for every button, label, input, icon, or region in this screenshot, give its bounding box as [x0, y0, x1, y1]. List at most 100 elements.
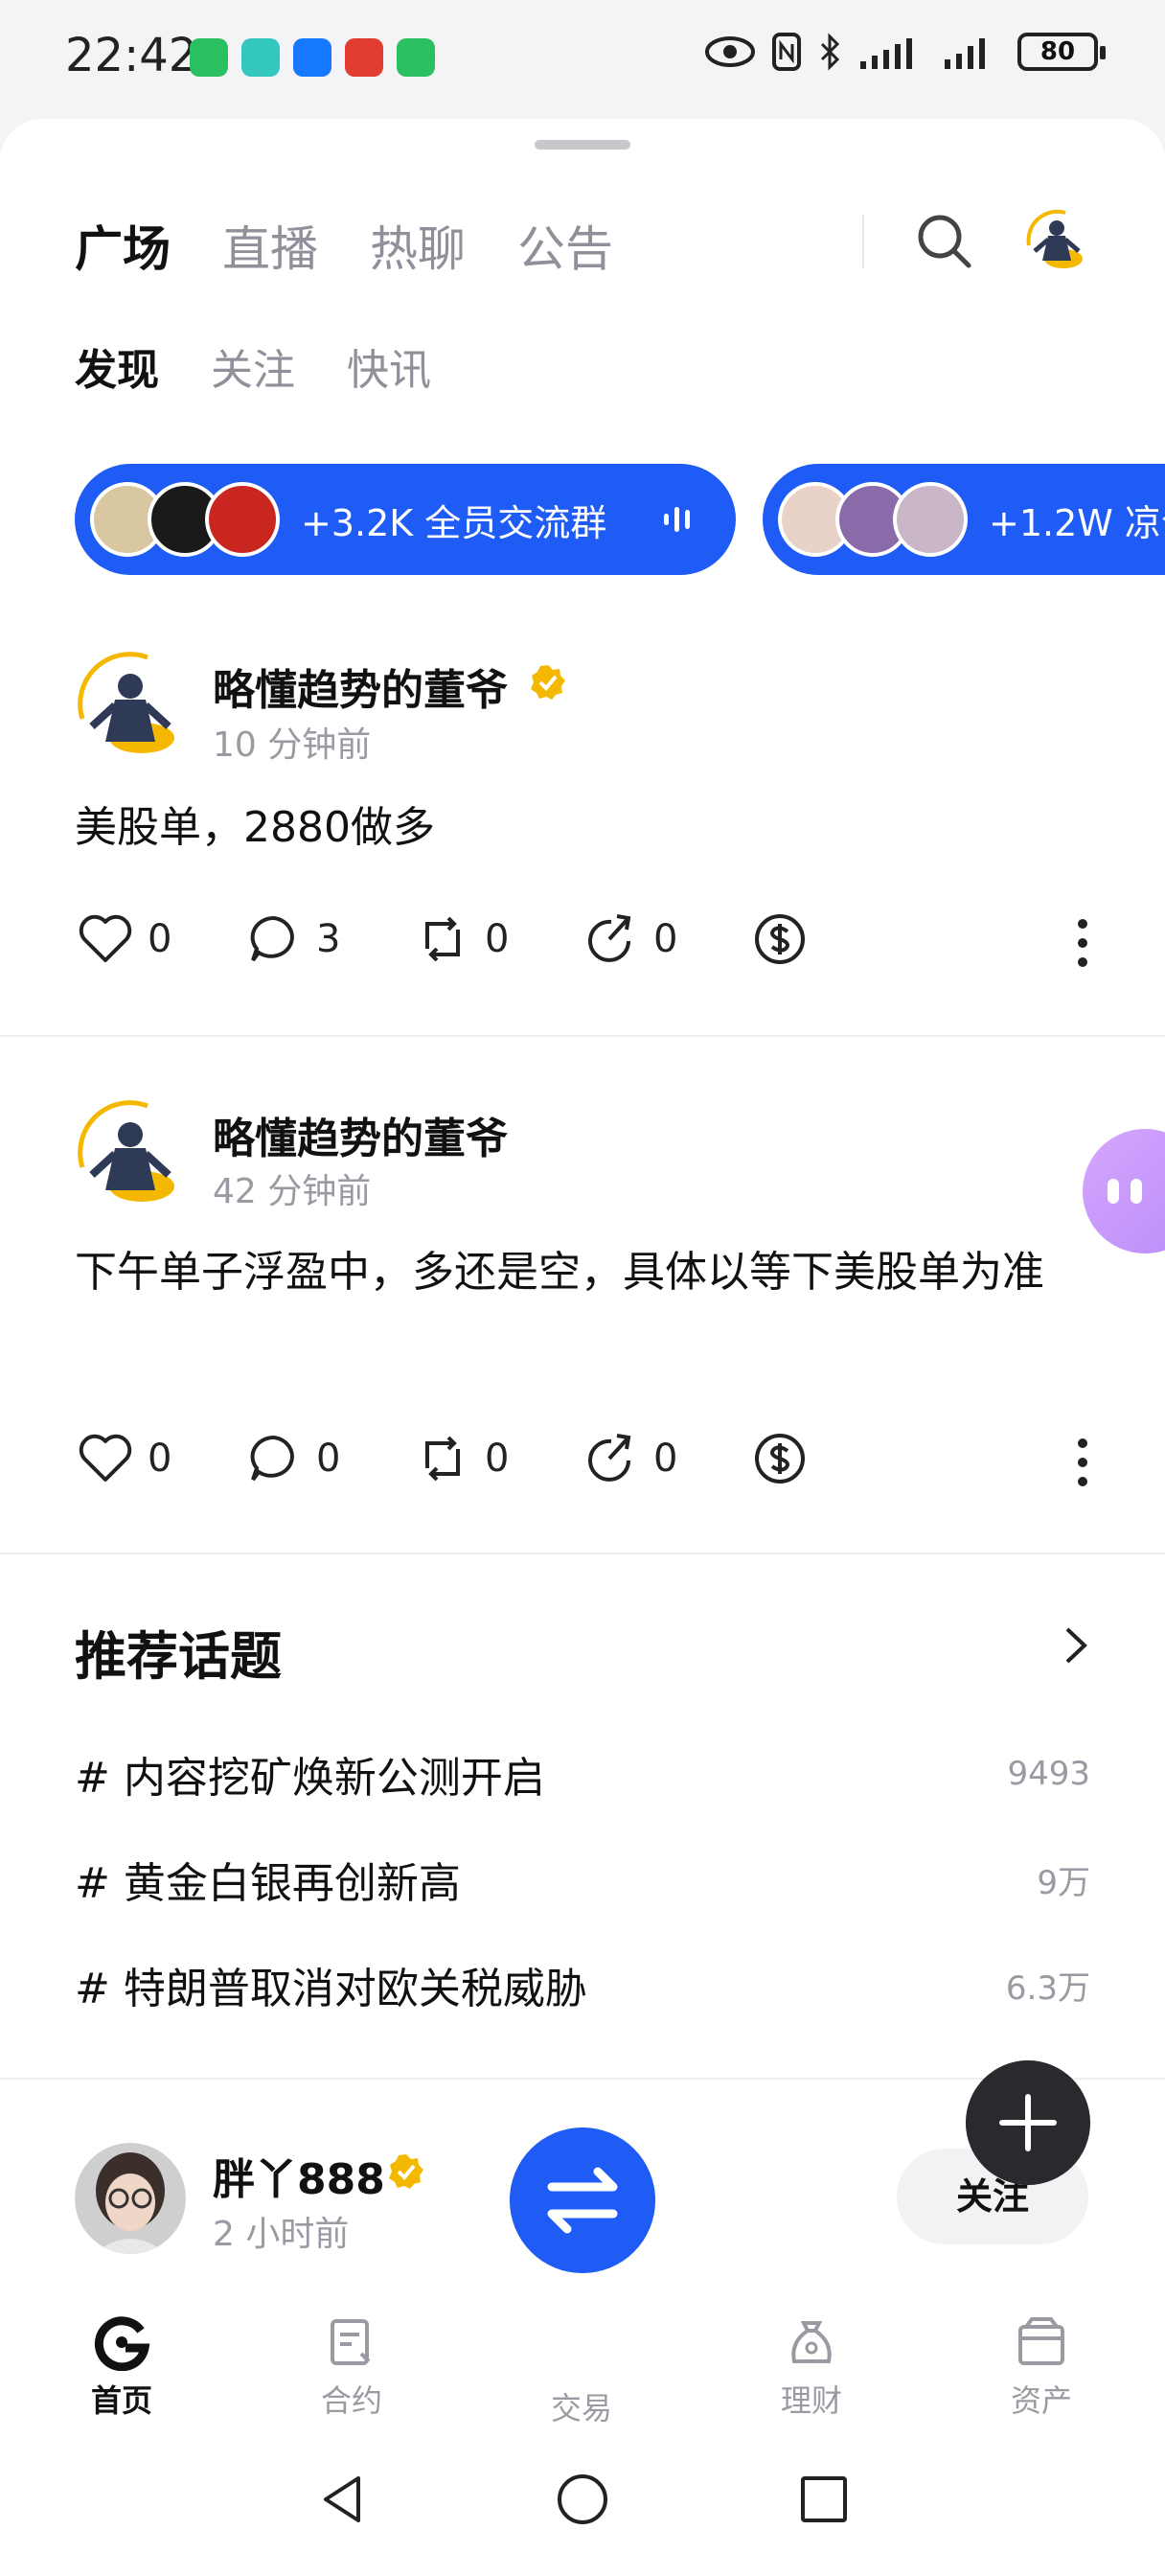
tab-announcement[interactable]: 公告	[517, 211, 613, 280]
nav-contract[interactable]: 合约	[280, 2313, 423, 2421]
alipay-icon	[293, 38, 331, 77]
topic-label: # 黄金白银再创新高	[75, 1859, 461, 1908]
share-count: 0	[653, 917, 678, 961]
topic-item[interactable]: # 黄金白银再创新高 9万	[75, 1846, 1090, 1913]
tip-button[interactable]	[751, 910, 809, 968]
comment-count: 0	[316, 1437, 341, 1481]
eye-icon	[705, 36, 755, 67]
nav-label: 理财	[780, 2382, 842, 2419]
share-count: 0	[653, 1437, 678, 1481]
topic-item[interactable]: # 特朗普取消对欧关税威胁 6.3万	[75, 1951, 1090, 2018]
status-time: 22:42	[65, 29, 198, 82]
nav-finance[interactable]: 理财	[740, 2313, 883, 2421]
nav-label: 资产	[1010, 2382, 1072, 2419]
post-author-name[interactable]: 胖丫888	[213, 2145, 385, 2206]
repost-button[interactable]: 0	[414, 910, 509, 968]
notification-icons	[190, 38, 435, 77]
back-icon[interactable]	[314, 2471, 372, 2528]
post-content[interactable]: 美股单，2880做多	[75, 792, 1090, 864]
contract-icon	[331, 2319, 371, 2365]
like-button[interactable]: 0	[77, 910, 171, 968]
audio-wave-icon	[664, 507, 691, 532]
post-time: 2 小时前	[213, 2215, 350, 2254]
verified-badge-icon	[389, 2154, 423, 2189]
system-nav-bar	[0, 2446, 1165, 2576]
wechat-chat-icon	[397, 38, 435, 77]
share-button[interactable]: 0	[582, 910, 677, 968]
nav-label: 合约	[320, 2382, 382, 2419]
main-tabs: 广场 直播 热聊 公告	[75, 211, 613, 280]
group-member-avatars	[90, 482, 280, 557]
group-chat-pill-2[interactable]: +1.2W 凉兮	[763, 464, 1165, 575]
bluetooth-icon	[820, 33, 840, 71]
post-actions: 0 0 0 0	[77, 1430, 1092, 1497]
post-author-avatar[interactable]	[75, 652, 186, 763]
group-chat-pill[interactable]: +3.2K 全员交流群	[75, 464, 736, 575]
tip-button[interactable]	[751, 1430, 809, 1487]
more-options-icon[interactable]	[1073, 914, 1092, 972]
repost-icon	[425, 916, 460, 962]
nav-label: 首页	[90, 2382, 152, 2419]
repost-count: 0	[485, 1437, 510, 1481]
group-label: +1.2W 凉兮	[989, 501, 1165, 544]
post-author-avatar[interactable]	[75, 1100, 186, 1211]
topic-item[interactable]: # 内容挖矿焕新公测开启 9493	[75, 1740, 1090, 1807]
wechat-icon	[190, 38, 228, 77]
sheet-grab-handle[interactable]	[535, 140, 630, 150]
post-author-name[interactable]: 略懂趋势的董爷	[213, 1104, 508, 1165]
dollar-coin-icon	[755, 914, 805, 964]
post-actions: 0 3 0 0	[77, 910, 1092, 978]
trade-swap-button[interactable]	[510, 2128, 655, 2273]
nav-label: 交易	[550, 2390, 612, 2426]
chevron-right-icon[interactable]	[1052, 1622, 1100, 1669]
create-post-button[interactable]	[966, 2060, 1090, 2185]
tab-square[interactable]: 广场	[75, 211, 171, 280]
post-author-avatar[interactable]	[75, 2143, 186, 2254]
assistant-bubble-icon[interactable]	[1083, 1129, 1165, 1254]
post-author-name[interactable]: 略懂趋势的董爷	[213, 656, 508, 717]
repost-button[interactable]: 0	[414, 1430, 509, 1487]
member-avatar	[893, 482, 968, 557]
tab-following[interactable]: 关注	[211, 335, 295, 397]
nav-trade[interactable]: 交易	[510, 2384, 653, 2428]
member-avatar	[205, 482, 280, 557]
heart-icon	[79, 914, 132, 962]
more-options-icon[interactable]	[1073, 1434, 1092, 1491]
repost-icon	[425, 1436, 460, 1482]
tab-news-flash[interactable]: 快讯	[347, 335, 431, 397]
group-label: +3.2K 全员交流群	[301, 501, 607, 544]
home-logo-icon	[94, 2316, 150, 2371]
tab-hot-chat[interactable]: 热聊	[370, 211, 466, 280]
search-icon[interactable]	[914, 211, 973, 270]
verified-badge-icon	[531, 665, 565, 700]
post-content[interactable]: 下午单子浮盈中，多还是空，具体以等下美股单为准	[75, 1236, 1090, 1309]
topic-label: # 内容挖矿焕新公测开启	[75, 1754, 545, 1803]
repost-count: 0	[485, 917, 510, 961]
comment-count: 3	[316, 917, 341, 961]
home-circle-icon[interactable]	[554, 2471, 611, 2528]
comment-icon	[250, 1435, 294, 1482]
comment-button[interactable]: 0	[245, 1430, 340, 1487]
topic-label: # 特朗普取消对欧关税威胁	[75, 1965, 587, 2013]
nav-home[interactable]: 首页	[50, 2313, 194, 2421]
like-button[interactable]: 0	[77, 1430, 171, 1487]
topic-count: 6.3万	[1005, 1968, 1090, 2008]
battery-indicator: 80	[1017, 33, 1106, 71]
comment-button[interactable]: 3	[245, 910, 340, 968]
nav-assets[interactable]: 资产	[970, 2313, 1113, 2421]
like-count: 0	[148, 1437, 172, 1481]
game-app-icon	[345, 38, 383, 77]
topic-count: 9493	[1007, 1755, 1090, 1793]
sub-tabs: 发现 关注 快讯	[75, 335, 431, 397]
user-avatar[interactable]	[1023, 207, 1090, 274]
tab-live[interactable]: 直播	[222, 211, 318, 280]
app-notification-icon	[241, 38, 280, 77]
share-button[interactable]: 0	[582, 1430, 677, 1487]
recent-apps-icon[interactable]	[795, 2471, 853, 2528]
group-member-avatars	[778, 482, 968, 557]
topics-title: 推荐话题	[75, 1626, 282, 1687]
status-bar: 22:42 80	[0, 0, 1165, 115]
tab-discover[interactable]: 发现	[75, 335, 159, 397]
share-icon	[588, 914, 631, 962]
nfc-icon	[772, 33, 801, 71]
